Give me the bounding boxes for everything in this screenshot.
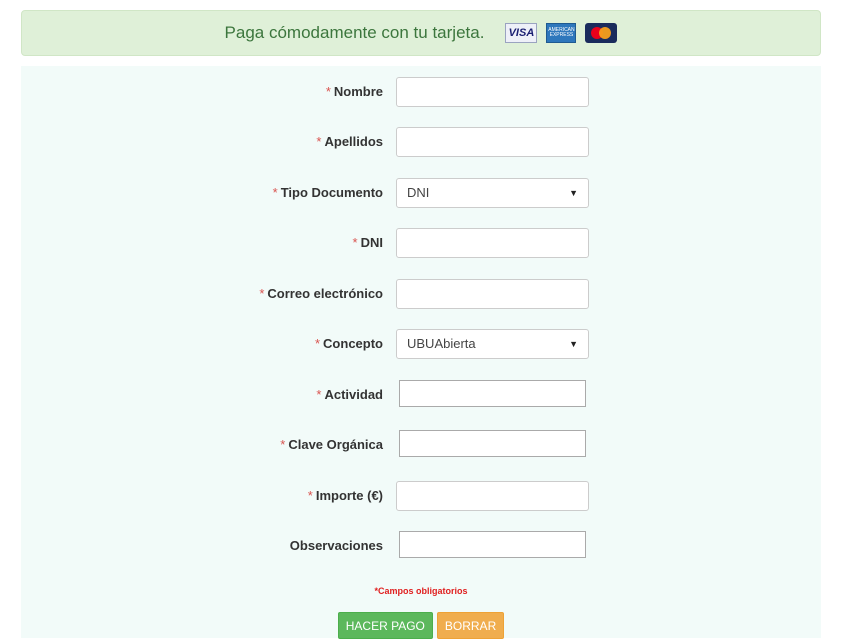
form-actions: HACER PAGO BORRAR [21, 612, 821, 639]
chevron-down-icon: ▼ [569, 188, 578, 198]
mastercard-card-icon [585, 23, 618, 43]
form-row-apellidos: * Apellidos [21, 127, 821, 157]
correo-input[interactable] [396, 279, 589, 309]
chevron-down-icon: ▼ [569, 339, 578, 349]
required-marker: * [316, 134, 322, 149]
field-label: * Concepto [315, 329, 383, 359]
form-row-concepto: * Concepto UBUAbierta ▼ [21, 329, 821, 359]
form-row-dni: * DNI [21, 228, 821, 258]
form-row-importe: * Importe (€) [21, 481, 821, 511]
required-marker: * [272, 185, 278, 200]
field-label: Observaciones [290, 531, 383, 561]
label-text: Clave Orgánica [288, 437, 383, 452]
form-row-observaciones: Observaciones [21, 531, 821, 561]
required-marker: * [314, 336, 321, 351]
banner-text: Paga cómodamente con tu tarjeta. [224, 23, 485, 42]
dni-input[interactable] [396, 228, 589, 258]
apellidos-input[interactable] [396, 127, 589, 157]
required-marker: * [259, 286, 265, 301]
label-text: Actividad [324, 387, 383, 402]
label-text: Concepto [323, 336, 383, 351]
visa-card-icon: VISA [505, 23, 538, 43]
form-row-clave-organica: * Clave Orgánica [21, 430, 821, 460]
observaciones-input[interactable] [399, 531, 586, 558]
form-row-correo: * Correo electrónico [21, 279, 821, 309]
mastercard-orange-circle [599, 27, 612, 39]
payment-form: * Nombre * Apellidos * Tipo Documento DNI ▼… [21, 66, 821, 639]
hacer-pago-button[interactable]: HACER PAGO [337, 612, 433, 639]
field-label: * DNI [353, 228, 383, 258]
label-text: Apellidos [324, 134, 383, 149]
label-text: Observaciones [289, 538, 383, 553]
borrar-button[interactable]: BORRAR [436, 612, 505, 639]
field-label: * Tipo Documento [273, 178, 383, 208]
form-row-tipo-documento: * Tipo Documento DNI ▼ [21, 178, 821, 208]
nombre-input[interactable] [396, 77, 589, 107]
form-row-actividad: * Actividad [21, 380, 821, 410]
amex-card-icon: AMERICAN EXPRESS [546, 23, 577, 43]
importe-input[interactable] [396, 481, 589, 511]
required-marker: * [316, 387, 322, 402]
clave-organica-input[interactable] [399, 430, 586, 457]
payment-banner: Paga cómodamente con tu tarjeta. VISA AM… [21, 10, 821, 56]
required-marker: * [352, 235, 358, 250]
field-label: * Actividad [316, 380, 383, 410]
label-text: Nombre [333, 84, 383, 99]
field-label: * Correo electrónico [259, 279, 383, 309]
field-label: * Clave Orgánica [280, 430, 383, 460]
label-text: Importe (€) [315, 488, 383, 503]
select-value: DNI [407, 185, 430, 200]
required-fields-note: *Campos obligatorios [374, 586, 468, 596]
field-label: * Nombre [326, 77, 383, 107]
label-text: Tipo Documento [280, 185, 383, 200]
field-label: * Apellidos [316, 127, 383, 157]
actividad-input[interactable] [399, 380, 586, 407]
form-row-nombre: * Nombre [21, 77, 821, 107]
required-marker: * [325, 84, 331, 99]
select-value: UBUAbierta [407, 336, 476, 351]
tipo-documento-select[interactable]: DNI ▼ [396, 178, 589, 208]
field-label: * Importe (€) [308, 481, 383, 511]
concepto-select[interactable]: UBUAbierta ▼ [396, 329, 589, 359]
required-marker: * [307, 488, 313, 503]
label-text: DNI [360, 235, 383, 250]
label-text: Correo electrónico [267, 286, 383, 301]
required-marker: * [280, 437, 286, 452]
